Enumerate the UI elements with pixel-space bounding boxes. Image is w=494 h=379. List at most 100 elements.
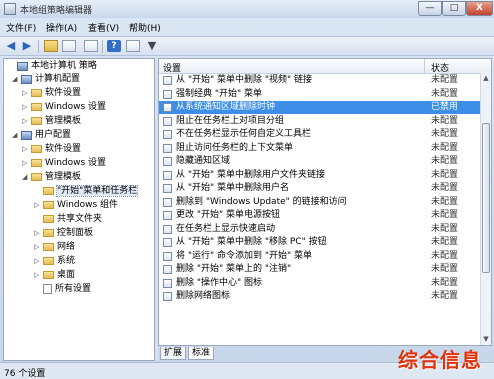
menu-file[interactable]: 文件(F) [6, 21, 36, 34]
table-row[interactable]: 在任务栏上显示快速启动 未配置 [159, 223, 491, 236]
setting-name: 将 "运行" 命令添加到 "开始" 菜单 [176, 250, 313, 261]
show-hide-tree-icon[interactable] [62, 40, 76, 52]
setting-name: 从系统通知区域删除时钟 [176, 102, 276, 112]
policy-tree: 本地计算机 策略 ◢ 计算机配置 ▷ 软件设置 ▷ Windows 设置 ▷ 管理模板 … [3, 58, 155, 361]
tree-item-windows-settings[interactable]: ▷ Windows 设置 [22, 101, 106, 114]
expand-icon[interactable]: ▷ [34, 199, 42, 212]
vertical-scrollbar[interactable]: ▲ ▼ [480, 73, 491, 345]
title-bar[interactable]: 本地组策略编辑器 — □ X [0, 0, 494, 18]
scroll-thumb[interactable] [482, 123, 490, 273]
expand-icon[interactable]: ▷ [34, 269, 42, 282]
policy-setting-icon [163, 184, 172, 193]
tab-extended[interactable]: 扩展 [160, 347, 187, 360]
minimize-button[interactable]: — [418, 1, 442, 16]
tree-item-label: 所有设置 [55, 284, 92, 294]
policy-setting-icon [163, 157, 172, 166]
table-row[interactable]: 从 "开始" 菜单中删除 "移除 PC" 按钮 未配置 [159, 236, 491, 249]
table-row[interactable]: 删除 "操作中心" 图标 未配置 [159, 277, 491, 290]
folder-icon [31, 159, 42, 167]
tree-item-admin-templates[interactable]: ▷ 管理模板 [22, 115, 81, 128]
policy-setting-icon [163, 211, 172, 220]
setting-state: 未配置 [431, 115, 459, 126]
table-row[interactable]: 不在任务栏显示任何自定义工具栏 未配置 [159, 128, 491, 141]
tree-item-shared-folders[interactable]: 共享文件夹 [34, 213, 102, 226]
table-row[interactable]: 强制经典 "开始" 菜单 未配置 [159, 88, 491, 101]
tree-item-control-panel[interactable]: ▷ 控制面板 [34, 227, 93, 240]
setting-state: 未配置 [431, 156, 459, 166]
tree-item-start-menu-taskbar[interactable]: "开始"菜单和任务栏 [34, 185, 139, 198]
tab-standard[interactable]: 标准 [188, 347, 215, 360]
filter-icon[interactable]: ▼ [145, 40, 159, 52]
tree-item-label: 计算机配置 [35, 74, 81, 84]
tree-item-label: 管理模板 [45, 116, 82, 126]
table-row[interactable]: 阻止访问任务栏的上下文菜单 未配置 [159, 142, 491, 155]
tree-item-network[interactable]: ▷ 网络 [34, 241, 75, 254]
menu-action[interactable]: 操作(A) [46, 21, 77, 34]
settings-list: 设置 状态 从 "开始" 菜单中删除 "视频" 链接 未配置 强制经典 "开始" 菜… [158, 58, 492, 346]
tree-item-user-config[interactable]: ◢ 用户配置 [12, 129, 71, 142]
tree-item-desktop[interactable]: ▷ 桌面 [34, 269, 75, 282]
toolbar: ◀ ▶ ? ▼ [0, 36, 494, 56]
expand-icon[interactable]: ▷ [22, 101, 30, 114]
expand-icon[interactable]: ▷ [22, 87, 30, 100]
tree-item-all-settings[interactable]: 所有设置 [34, 283, 91, 296]
expand-icon[interactable]: ▷ [34, 227, 42, 240]
table-row[interactable]: 从系统通知区域删除时钟 已禁用 [159, 101, 491, 114]
expand-icon[interactable]: ▷ [22, 115, 30, 128]
policy-setting-icon [163, 103, 172, 112]
table-row[interactable]: 从 "开始" 菜单中删除用户文件夹链接 未配置 [159, 169, 491, 182]
tree-item-windows-components[interactable]: ▷ Windows 组件 [34, 199, 118, 212]
setting-state: 已禁用 [431, 102, 459, 112]
table-row[interactable]: 删除到 "Windows Update" 的链接和访问 未配置 [159, 196, 491, 209]
column-divider[interactable] [424, 59, 425, 73]
policy-setting-icon [163, 292, 172, 301]
table-row[interactable]: 将 "运行" 命令添加到 "开始" 菜单 未配置 [159, 250, 491, 263]
setting-state: 未配置 [431, 210, 459, 220]
scroll-down-icon[interactable]: ▼ [481, 334, 491, 345]
column-header-state[interactable]: 状态 [431, 61, 449, 74]
table-row[interactable]: 隐藏通知区域 未配置 [159, 155, 491, 168]
folder-icon [43, 215, 54, 223]
up-folder-icon[interactable] [44, 40, 58, 52]
close-button[interactable]: X [466, 1, 493, 16]
expand-icon[interactable]: ▷ [22, 157, 30, 170]
table-row[interactable]: 删除 "开始" 菜单上的 "注销" 未配置 [159, 263, 491, 276]
tree-item-system[interactable]: ▷ 系统 [34, 255, 75, 268]
watermark-text: 综合信息 [398, 348, 482, 372]
table-row[interactable]: 从 "开始" 菜单中删除 "视频" 链接 未配置 [159, 74, 491, 87]
tree-item-computer-config[interactable]: ◢ 计算机配置 [12, 73, 80, 86]
collapse-icon[interactable]: ◢ [22, 171, 30, 184]
export-list-icon[interactable] [84, 40, 98, 52]
maximize-button[interactable]: □ [442, 1, 466, 16]
menu-help[interactable]: 帮助(H) [129, 21, 161, 34]
setting-state: 未配置 [431, 88, 459, 99]
folder-icon [43, 243, 54, 251]
expand-icon[interactable]: ▷ [22, 143, 30, 156]
expand-icon[interactable]: ▷ [34, 241, 42, 254]
forward-arrow-icon[interactable]: ▶ [20, 40, 34, 52]
tree-item-admin-templates[interactable]: ◢ 管理模板 [22, 171, 81, 184]
properties-icon[interactable] [126, 40, 140, 52]
table-row[interactable]: 阻止在任务栏上对项目分组 未配置 [159, 115, 491, 128]
table-row[interactable]: 更改 "开始" 菜单电源按钮 未配置 [159, 209, 491, 222]
column-header-setting[interactable]: 设置 [163, 61, 181, 74]
help-icon[interactable]: ? [107, 40, 121, 52]
table-row[interactable]: 从 "开始" 菜单中删除用户名 未配置 [159, 182, 491, 195]
scroll-up-icon[interactable]: ▲ [481, 73, 491, 84]
table-row[interactable]: 删除网络图标 未配置 [159, 290, 491, 303]
back-arrow-icon[interactable]: ◀ [4, 40, 18, 52]
expand-icon[interactable]: ▷ [34, 255, 42, 268]
collapse-icon[interactable]: ◢ [12, 129, 20, 142]
tree-item-software-settings[interactable]: ▷ 软件设置 [22, 143, 81, 156]
menu-bar: 文件(F) 操作(A) 查看(V) 帮助(H) [0, 19, 494, 35]
collapse-icon[interactable]: ◢ [12, 73, 20, 86]
tree-item-software-settings[interactable]: ▷ 软件设置 [22, 87, 81, 100]
folder-icon [43, 201, 54, 209]
menu-view[interactable]: 查看(V) [88, 21, 119, 34]
tree-item-root[interactable]: 本地计算机 策略 [8, 60, 97, 73]
tree-item-label: Windows 组件 [57, 200, 119, 210]
setting-name: 从 "开始" 菜单中删除用户文件夹链接 [176, 169, 326, 180]
policy-setting-icon [163, 130, 172, 139]
tree-item-windows-settings[interactable]: ▷ Windows 设置 [22, 157, 106, 170]
tree-item-label: 管理模板 [45, 172, 82, 182]
